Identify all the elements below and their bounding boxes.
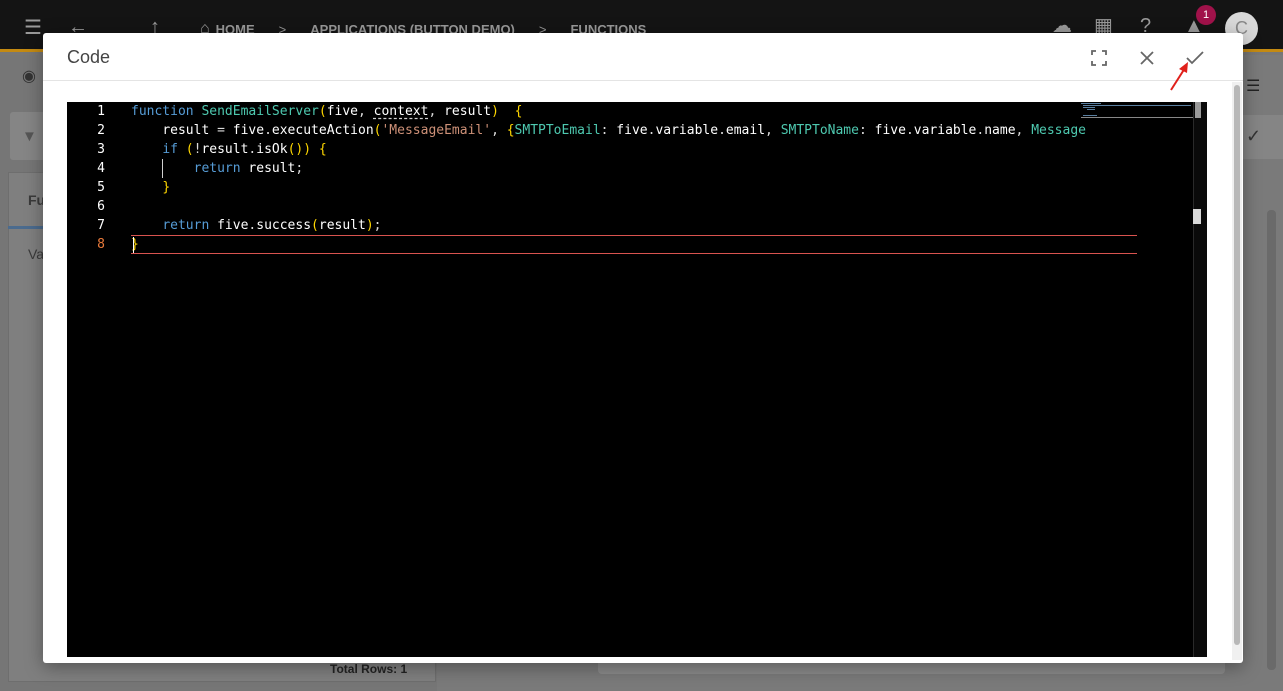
code-line: return five.success(result); [162,218,382,233]
code-line: return result; [193,161,304,176]
close-icon [1140,51,1154,65]
total-rows: Total Rows: 1 [330,662,408,676]
dialog-header: Code [43,33,1243,81]
code-minimap[interactable] [1079,102,1195,120]
text-cursor [133,237,134,253]
dialog-title: Code [67,47,111,67]
line-number-active: 8 [97,237,105,252]
menu-icon[interactable]: ☰ [24,18,42,38]
fullscreen-button[interactable] [1084,43,1114,73]
line-number: 2 [97,123,105,138]
menu-lines-icon[interactable]: ☰ [1246,76,1260,96]
code-line: result = five.executeAction('MessageEmai… [162,123,1086,138]
line-number: 7 [97,218,105,233]
eye-icon[interactable]: ◉ [22,66,36,86]
code-line: function SendEmailServer(five, context, … [131,104,523,119]
filter-icon[interactable]: ▼ [22,128,37,145]
line-number-gutter: 1 2 3 4 5 6 7 8 [67,102,131,657]
annotation-arrow-icon [1170,62,1188,91]
line-number: 6 [97,199,105,214]
line-number: 4 [97,161,105,176]
list-item[interactable]: Va [28,246,44,262]
line-number: 1 [97,104,105,119]
code-text-area[interactable]: function SendEmailServer(five, context, … [131,102,1137,657]
dialog-scrollbar-thumb[interactable] [1234,85,1240,645]
editor-scrollbar[interactable] [1193,102,1207,657]
editor-scrollbar-marker [1193,209,1201,224]
code-line: } [162,180,171,195]
line-number: 5 [97,180,105,195]
tab-indicator [8,226,44,229]
editor-scrollbar-thumb[interactable] [1195,102,1201,118]
code-editor[interactable]: 1 2 3 4 5 6 7 8 function SendEmailServer… [67,102,1207,657]
check-icon[interactable]: ✓ [1246,126,1261,147]
code-line: if (!result.isOk()) { [162,142,327,157]
fullscreen-icon [1091,50,1107,66]
scrollbar[interactable] [1267,210,1276,670]
line-number: 3 [97,142,105,157]
notification-badge: 1 [1196,5,1216,25]
close-button[interactable] [1132,43,1162,73]
